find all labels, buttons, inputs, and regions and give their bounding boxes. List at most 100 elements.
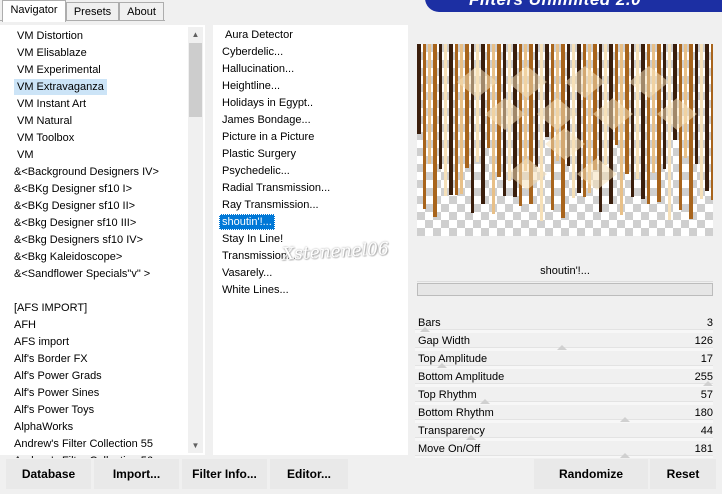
category-item[interactable]: VM Toolbox (14, 130, 77, 146)
filter-item[interactable]: Plastic Surgery (219, 146, 299, 162)
category-item[interactable]: VM Distortion (14, 28, 86, 44)
database-button[interactable]: Database (6, 459, 91, 489)
category-item[interactable] (11, 283, 17, 299)
checker-cell (625, 228, 633, 236)
param-row[interactable]: Bars 3 (415, 314, 715, 333)
param-row[interactable]: Top Rhythm 57 (415, 386, 715, 405)
category-item[interactable]: AFS import (11, 334, 72, 350)
preview-bar (433, 44, 437, 217)
category-item[interactable]: Alf's Power Toys (11, 402, 97, 418)
category-item[interactable]: VM Instant Art (14, 96, 89, 112)
filter-item[interactable]: Heightline... (219, 78, 283, 94)
checker-cell (681, 188, 689, 196)
category-item[interactable]: &<BKg Designer sf10 I> (11, 181, 135, 197)
checker-cell (705, 228, 713, 236)
checker-cell (577, 220, 585, 228)
import-button[interactable]: Import... (94, 459, 179, 489)
category-item[interactable]: VM Natural (14, 113, 75, 129)
category-item[interactable]: &<BKg Designer sf10 II> (11, 198, 138, 214)
checker-cell (657, 212, 665, 220)
category-item[interactable]: [AFS IMPORT] (11, 300, 90, 316)
checker-cell (633, 204, 641, 212)
filter-item[interactable]: Cyberdelic... (219, 44, 286, 60)
category-item[interactable]: &<Sandflower Specials"v" > (11, 266, 153, 282)
category-item[interactable]: &<Background Designers IV> (11, 164, 162, 180)
param-row[interactable]: Transparency 44 (415, 422, 715, 441)
category-item[interactable]: Alf's Power Sines (11, 385, 102, 401)
checker-cell (425, 188, 433, 196)
reset-button[interactable]: Reset (650, 459, 716, 489)
filter-item[interactable]: Holidays in Egypt.. (219, 95, 316, 111)
category-item[interactable]: Andrew's Filter Collection 55 (11, 436, 156, 452)
checker-cell (505, 204, 513, 212)
category-item[interactable]: AlphaWorks (11, 419, 76, 435)
checker-cell (505, 196, 513, 204)
filter-item[interactable]: Radial Transmission... (219, 180, 333, 196)
checker-cell (497, 196, 505, 204)
category-item[interactable]: Alf's Border FX (11, 351, 91, 367)
checker-cell (585, 204, 593, 212)
filter-item[interactable]: Vasarely... (219, 265, 275, 281)
preview-bar (695, 44, 698, 164)
checker-cell (569, 204, 577, 212)
filter-item[interactable]: Ray Transmission... (219, 197, 322, 213)
param-row[interactable]: Bottom Rhythm 180 (415, 404, 715, 423)
checker-cell (657, 204, 665, 212)
checker-cell (473, 180, 481, 188)
checker-cell (681, 228, 689, 236)
filter-item[interactable]: Psychedelic... (219, 163, 293, 179)
category-item[interactable]: &<Bkg Designer sf10 III> (11, 215, 139, 231)
filter-info-button[interactable]: Filter Info... (182, 459, 267, 489)
randomize-button[interactable]: Randomize (534, 459, 648, 489)
tab-navigator[interactable]: Navigator (2, 0, 66, 22)
checker-cell (649, 196, 657, 204)
param-row[interactable]: Bottom Amplitude 255 (415, 368, 715, 387)
checker-cell (441, 204, 449, 212)
param-row[interactable]: Top Amplitude 17 (415, 350, 715, 369)
filters-unlimited-logo: Filters Unlimited 2.0 (425, 0, 722, 12)
param-row[interactable]: Gap Width 126 (415, 332, 715, 351)
tab-about[interactable]: About (119, 2, 164, 20)
category-item[interactable]: VM Experimental (14, 62, 104, 78)
category-list[interactable]: VM Distortion VM Elisablaze VM Experimenta… (0, 25, 205, 467)
scroll-down-icon[interactable]: ▼ (188, 438, 203, 453)
filter-item[interactable]: Stay In Line! (219, 231, 286, 247)
checker-cell (705, 204, 713, 212)
filter-item[interactable]: Picture in a Picture (219, 129, 317, 145)
checker-cell (521, 212, 529, 220)
filter-item[interactable]: shoutin'!... (219, 214, 275, 230)
category-item[interactable]: VM (14, 147, 37, 163)
filter-item[interactable]: James Bondage... (219, 112, 314, 128)
category-item[interactable]: &<Bkg Kaleidoscope> (11, 249, 125, 265)
checker-cell (617, 220, 625, 228)
preview-bar (444, 44, 447, 196)
category-scrollbar[interactable]: ▲ ▼ (188, 27, 203, 453)
checker-cell (457, 196, 465, 204)
checker-cell (665, 228, 673, 236)
filter-item[interactable]: Hallucination... (219, 61, 297, 77)
filter-item[interactable]: White Lines... (219, 282, 292, 298)
category-item[interactable]: AFH (11, 317, 39, 333)
scroll-up-icon[interactable]: ▲ (188, 27, 203, 42)
filter-item[interactable]: Aura Detector (222, 27, 296, 43)
category-item[interactable]: &<Bkg Designers sf10 IV> (11, 232, 146, 248)
checker-cell (593, 228, 601, 236)
checker-cell (441, 196, 449, 204)
tab-presets[interactable]: Presets (66, 2, 119, 20)
scroll-thumb[interactable] (189, 43, 202, 117)
preview-bar (641, 44, 645, 199)
editor-button[interactable]: Editor... (270, 459, 348, 489)
checker-cell (497, 228, 505, 236)
checker-cell (497, 220, 505, 228)
category-item[interactable]: VM Extravaganza (14, 79, 107, 95)
checker-cell (425, 212, 433, 220)
category-item[interactable]: Alf's Power Grads (11, 368, 105, 384)
category-item[interactable]: VM Elisablaze (14, 45, 90, 61)
checker-cell (425, 196, 433, 204)
checker-cell (449, 212, 457, 220)
parameter-panel: Bars 3 Gap Width 126 Top Amplitude 17 Bottom A… (415, 314, 715, 459)
param-row[interactable]: Move On/Off 181 (415, 440, 715, 459)
preview-bar (593, 44, 597, 170)
checker-cell (417, 228, 425, 236)
preview-bar (684, 44, 687, 158)
